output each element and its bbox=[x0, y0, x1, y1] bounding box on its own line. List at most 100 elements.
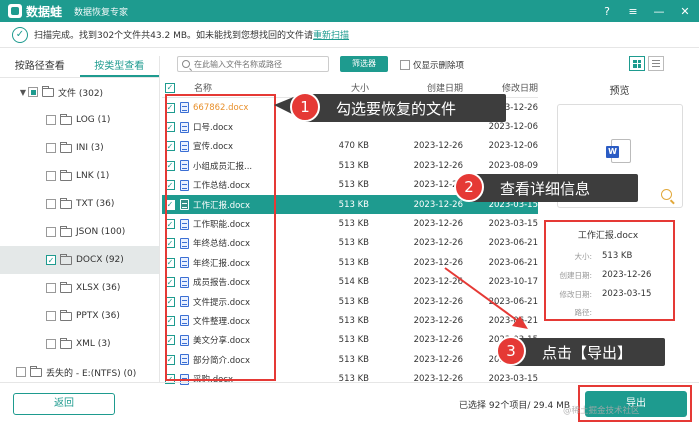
info-value: 513 KB bbox=[602, 251, 633, 261]
tree-item[interactable]: XML (3) bbox=[0, 330, 159, 358]
row-checkbox[interactable]: ✓ bbox=[165, 277, 175, 288]
row-checkbox[interactable]: ✓ bbox=[165, 335, 175, 346]
file-created: 2023-12-26 bbox=[413, 315, 463, 326]
file-name: 工作职能.docx bbox=[193, 220, 251, 231]
tree-item[interactable]: LNK (1) bbox=[0, 162, 159, 190]
row-checkbox[interactable]: ✓ bbox=[165, 238, 175, 249]
docx-file-icon bbox=[180, 276, 189, 288]
tree-item[interactable]: PPTX (36) bbox=[0, 302, 159, 330]
tree-item-label: PPTX (36) bbox=[76, 311, 120, 321]
list-view-button[interactable] bbox=[648, 56, 664, 71]
docx-file-icon bbox=[180, 199, 189, 211]
tree-item[interactable]: LOG (1) bbox=[0, 106, 159, 134]
tree-item[interactable]: TXT (36) bbox=[0, 190, 159, 218]
row-checkbox[interactable]: ✓ bbox=[165, 219, 175, 230]
table-row[interactable]: ✓ 文件提示.docx 513 KB 2023-12-26 2023-06-21 bbox=[162, 292, 538, 311]
lost-checkbox[interactable] bbox=[16, 367, 26, 377]
app-logo: 数据蛙 bbox=[8, 3, 62, 20]
row-checkbox[interactable]: ✓ bbox=[165, 102, 175, 113]
view-mode-buttons bbox=[629, 56, 664, 71]
preview-info-row: 路径: bbox=[548, 307, 673, 318]
root-checkbox[interactable] bbox=[28, 87, 38, 97]
folder-icon bbox=[42, 85, 54, 97]
table-row[interactable]: ✓ 年终总结.docx 513 KB 2023-12-26 2023-06-21 bbox=[162, 234, 538, 253]
menu-icon[interactable]: ≡ bbox=[625, 3, 641, 19]
grid-view-button[interactable] bbox=[629, 56, 645, 71]
file-created: 2023-12-26 bbox=[413, 238, 463, 249]
list-icon bbox=[652, 60, 660, 67]
tree-item[interactable]: ✓ DOCX (92) bbox=[0, 246, 159, 274]
file-size: 513 KB bbox=[338, 315, 369, 326]
tree-item-checkbox[interactable] bbox=[46, 227, 56, 237]
tree-item-checkbox[interactable]: ✓ bbox=[46, 255, 56, 265]
row-checkbox[interactable]: ✓ bbox=[165, 160, 175, 171]
col-size[interactable]: 大小 bbox=[321, 81, 373, 94]
docx-file-icon bbox=[180, 237, 189, 249]
callout-1: 1 勾选要恢复的文件 bbox=[290, 92, 506, 122]
select-all-checkbox[interactable]: ✓ bbox=[165, 82, 175, 93]
table-row[interactable]: ✓ 年终汇报.docx 513 KB 2023-12-26 2023-06-21 bbox=[162, 253, 538, 272]
window-controls: ? ≡ — ✕ bbox=[599, 3, 693, 19]
file-name: 年终总结.docx bbox=[193, 239, 251, 250]
tree-item[interactable]: INI (3) bbox=[0, 134, 159, 162]
row-checkbox[interactable]: ✓ bbox=[165, 315, 175, 326]
chevron-down-icon[interactable]: ▼ bbox=[18, 88, 28, 97]
file-name: 宣传.docx bbox=[193, 142, 234, 153]
tree-item-checkbox[interactable] bbox=[46, 171, 56, 181]
tree-item[interactable]: JSON (100) bbox=[0, 218, 159, 246]
file-size: 513 KB bbox=[338, 180, 369, 191]
file-size: 513 KB bbox=[338, 335, 369, 346]
file-created: 2023-12-26 bbox=[413, 219, 463, 230]
table-row[interactable]: ✓ 宣传.docx 470 KB 2023-12-26 2023-12-06 bbox=[162, 137, 538, 156]
tree-item[interactable]: XLSX (36) bbox=[0, 274, 159, 302]
row-checkbox[interactable]: ✓ bbox=[165, 296, 175, 307]
tree-item-checkbox[interactable] bbox=[46, 199, 56, 209]
tree-item-checkbox[interactable] bbox=[46, 143, 56, 153]
back-button[interactable]: 返回 bbox=[13, 393, 115, 415]
search-box[interactable] bbox=[177, 56, 329, 72]
tree-item-label: JSON (100) bbox=[76, 227, 126, 237]
file-created: 2023-12-26 bbox=[413, 257, 463, 268]
zoom-icon[interactable] bbox=[661, 189, 672, 200]
app-name: 数据蛙 bbox=[26, 4, 63, 19]
table-row[interactable]: ✓ 文件整理.docx 513 KB 2023-12-26 2023-06-21 bbox=[162, 311, 538, 330]
tree-item-checkbox[interactable] bbox=[46, 339, 56, 349]
row-checkbox[interactable]: ✓ bbox=[165, 354, 175, 365]
callout-3: 3 点击【导出】 bbox=[496, 336, 665, 366]
tree-item-label: XLSX (36) bbox=[76, 283, 121, 293]
folder-icon bbox=[30, 365, 42, 377]
col-modified[interactable]: 修改日期 bbox=[463, 81, 538, 94]
file-name: 工作汇报.docx bbox=[193, 200, 251, 211]
table-row[interactable]: ✓ 小组成员汇报... 513 KB 2023-12-26 2023-08-09 bbox=[162, 156, 538, 175]
row-checkbox[interactable]: ✓ bbox=[165, 199, 175, 210]
minimize-icon[interactable]: — bbox=[651, 3, 667, 19]
tree-item-checkbox[interactable] bbox=[46, 115, 56, 125]
table-row[interactable]: ✓美文分享.docx513 KB2023-12-262023-03-15 bbox=[162, 331, 538, 350]
close-icon[interactable]: ✕ bbox=[677, 3, 693, 19]
row-checkbox[interactable]: ✓ bbox=[165, 257, 175, 268]
row-checkbox[interactable]: ✓ bbox=[165, 180, 175, 191]
tree-root[interactable]: ▼ 文件 (302) bbox=[0, 78, 159, 106]
folder-icon bbox=[60, 337, 72, 349]
docx-file-icon bbox=[180, 140, 189, 152]
tree-item-checkbox[interactable] bbox=[46, 311, 56, 321]
rescan-link[interactable]: 重新扫描 bbox=[313, 28, 349, 41]
row-checkbox[interactable]: ✓ bbox=[165, 141, 175, 152]
filter-button[interactable]: 筛选器 bbox=[340, 56, 388, 72]
help-icon[interactable]: ? bbox=[599, 3, 615, 19]
search-input[interactable] bbox=[194, 59, 328, 69]
file-created: 2023-12-26 bbox=[413, 141, 463, 152]
table-row[interactable]: ✓ 成员报告.docx 514 KB 2023-12-26 2023-10-17 bbox=[162, 273, 538, 292]
tree-item-checkbox[interactable] bbox=[46, 283, 56, 293]
tab-by-path[interactable]: 按路径查看 bbox=[0, 56, 80, 77]
tab-by-type[interactable]: 按类型查看 bbox=[79, 56, 159, 77]
table-row[interactable]: ✓ 工作职能.docx 513 KB 2023-12-26 2023-03-15 bbox=[162, 214, 538, 233]
col-created[interactable]: 创建日期 bbox=[373, 81, 463, 94]
deleted-only-checkbox[interactable] bbox=[400, 60, 410, 70]
file-modified: 2023-03-15 bbox=[488, 219, 538, 230]
row-checkbox[interactable]: ✓ bbox=[165, 122, 175, 133]
deleted-only-toggle[interactable]: 仅显示删除项 bbox=[400, 59, 464, 71]
table-row[interactable]: ✓部分简介.docx513 KB2023-12-262023-03-15 bbox=[162, 350, 538, 369]
file-size: 513 KB bbox=[338, 354, 369, 365]
word-doc-icon bbox=[606, 139, 631, 163]
